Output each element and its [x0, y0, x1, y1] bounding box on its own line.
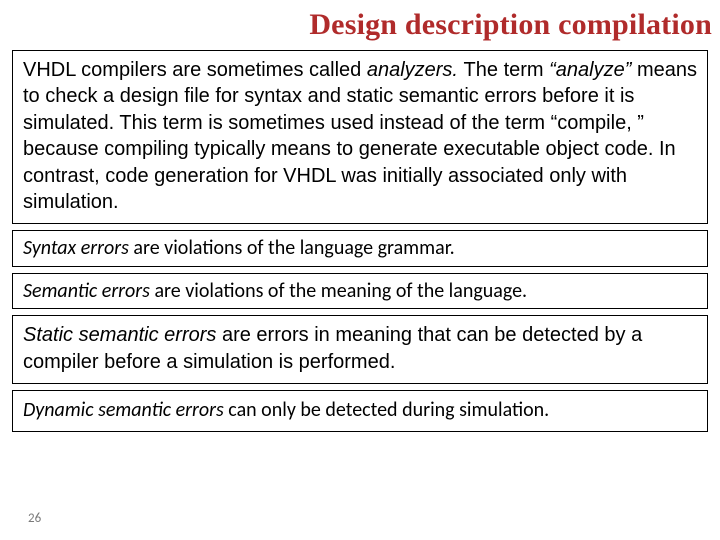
text-em: “analyze”: [549, 59, 637, 81]
box-semantic-errors: Semantic errors are violations of the me…: [12, 273, 708, 309]
page-title: Design description compilation: [8, 8, 712, 42]
text: means to check a design file for syntax …: [23, 59, 697, 213]
text-em: Dynamic semantic errors: [23, 398, 224, 422]
text: VHDL compilers are sometimes called: [23, 59, 367, 81]
box-analyzers: VHDL compilers are sometimes called anal…: [12, 50, 708, 224]
slide: Design description compilation VHDL comp…: [0, 0, 720, 540]
text-em: analyzers.: [367, 59, 464, 81]
text-em: Static semantic errors: [23, 324, 216, 346]
text: The term: [464, 59, 550, 81]
text: can only be detected during simulation.: [224, 398, 549, 422]
text-em: Syntax errors: [23, 236, 129, 260]
page-number: 26: [28, 511, 41, 526]
box-syntax-errors: Syntax errors are violations of the lang…: [12, 230, 708, 266]
text: are violations of the meaning of the lan…: [150, 279, 527, 303]
box-static-semantic-errors: Static semantic errors are errors in mea…: [12, 315, 708, 384]
box-dynamic-semantic-errors: Dynamic semantic errors can only be dete…: [12, 390, 708, 432]
text-em: Semantic errors: [23, 279, 150, 303]
text: are violations of the language grammar.: [129, 236, 455, 260]
